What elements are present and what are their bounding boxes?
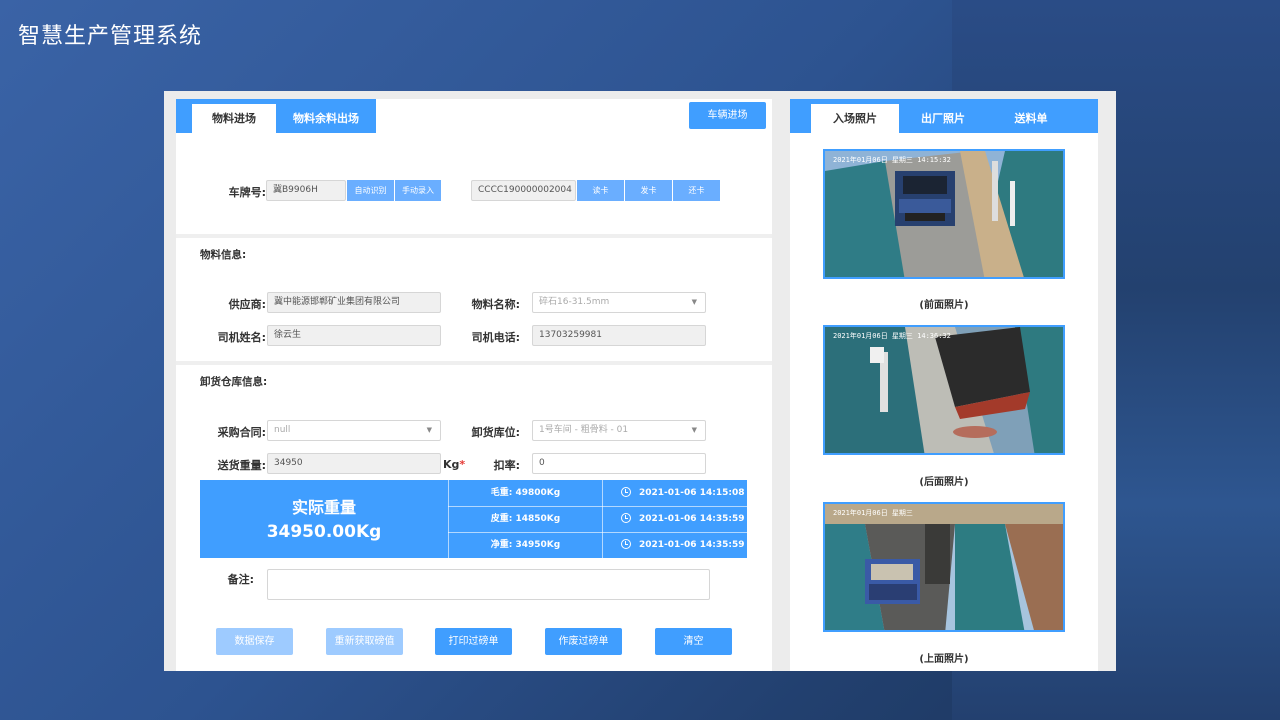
top-photo[interactable]: 2021年01月06日 星期三 [823,502,1065,632]
tab-exit-photos[interactable]: 出厂照片 [899,104,987,133]
material-name-select[interactable]: 碎石16-31.5mm ▼ [532,292,706,313]
weighing-form: 物料进场 物料余料出场 车辆进场 车牌号: 冀B9906H 自动识别 手动录入 … [176,99,772,671]
app-title: 智慧生产管理系统 [18,24,203,49]
net-weight: 净重: 34950Kg [448,532,602,558]
photo-timestamp: 2021年01月06日 星期三 [833,509,913,517]
photo-tabbar: 入场照片 出厂照片 送料单 [790,99,1098,133]
chevron-down-icon: ▼ [691,298,697,306]
refetch-weight-button[interactable]: 重新获取磅值 [326,628,403,655]
clear-button[interactable]: 清空 [655,628,732,655]
plate-input[interactable]: 冀B9906H [266,180,346,201]
material-info-heading: 物料信息: [200,249,247,261]
net-weight-time: 2021-01-06 14:35:59 [602,532,747,558]
clock-icon [621,487,631,497]
front-photo-caption: (前面照片) [919,300,969,311]
rear-photo-caption: (后面照片) [919,477,969,488]
location-label: 卸货库位: [471,426,520,439]
auto-recognize-button[interactable]: 自动识别 [346,180,394,201]
weight-unit: Kg* [443,458,466,471]
main-panel: 物料进场 物料余料出场 车辆进场 车牌号: 冀B9906H 自动识别 手动录入 … [164,91,1116,671]
divider [176,234,772,238]
location-select[interactable]: 1号车间 - 粗骨料 - 01 ▼ [532,420,706,441]
tab-material-entry[interactable]: 物料进场 [192,104,276,133]
clock-icon [621,513,631,523]
location-value: 1号车间 - 粗骨料 - 01 [539,425,629,435]
warehouse-info-heading: 卸货仓库信息: [200,376,268,388]
delivery-weight-input[interactable]: 34950 [267,453,441,474]
card-number-input[interactable]: CCCC190000002004 [471,180,576,201]
top-photo-caption: (上面照片) [919,654,969,665]
chevron-down-icon: ▼ [691,426,697,434]
deduction-label: 扣率: [493,459,520,472]
manual-entry-button[interactable]: 手动录入 [394,180,441,201]
weight-label: 送货重量: [217,459,266,472]
gross-weight: 毛重: 49800Kg [448,480,602,506]
clock-icon [621,539,631,549]
remark-input[interactable] [267,569,710,600]
tare-weight: 皮重: 14850Kg [448,506,602,532]
tare-weight-time: 2021-01-06 14:35:59 [602,506,747,532]
chevron-down-icon: ▼ [426,426,432,434]
supplier-input[interactable]: 冀中能源邯郸矿业集团有限公司 [267,292,441,313]
material-name-label: 物料名称: [471,298,520,311]
void-ticket-button[interactable]: 作废过磅单 [545,628,622,655]
print-ticket-button[interactable]: 打印过磅单 [435,628,512,655]
tab-material-exit[interactable]: 物料余料出场 [276,104,376,133]
top-photo-image [825,504,1063,630]
photo-panel: 入场照片 出厂照片 送料单 2021年01月06日 星期三 14:15:32 (… [790,99,1098,671]
rear-photo-image [825,327,1063,453]
plate-label: 车牌号: [228,186,266,199]
driver-name-input[interactable]: 徐云生 [267,325,441,346]
front-photo[interactable]: 2021年01月06日 星期三 14:15:32 [823,149,1065,279]
front-photo-image [825,151,1063,277]
contract-value: null [274,425,291,435]
gross-weight-time: 2021-01-06 14:15:08 [602,480,747,506]
rear-photo[interactable]: 2021年01月06日 星期三 14:36:32 [823,325,1065,455]
actual-weight-value: 34950.00Kg [266,522,382,542]
material-name-value: 碎石16-31.5mm [539,297,610,307]
contract-select[interactable]: null ▼ [267,420,441,441]
photo-timestamp: 2021年01月06日 星期三 14:15:32 [833,156,951,164]
deduction-input[interactable]: 0 [532,453,706,474]
vehicle-entry-button[interactable]: 车辆进场 [689,102,766,129]
remark-label: 备注: [227,573,254,586]
driver-phone-label: 司机电话: [471,331,520,344]
photo-timestamp: 2021年01月06日 星期三 14:36:32 [833,332,951,340]
actual-weight-title: 实际重量 [291,498,356,517]
tab-entry-photos[interactable]: 入场照片 [811,104,899,133]
supplier-label: 供应商: [228,298,266,311]
required-mark: * [459,458,466,471]
return-card-button[interactable]: 还卡 [672,180,720,201]
read-card-button[interactable]: 读卡 [576,180,624,201]
driver-phone-input[interactable]: 13703259981 [532,325,706,346]
weight-summary: 实际重量 34950.00Kg 毛重: 49800Kg 2021-01-06 1… [200,480,747,558]
contract-label: 采购合同: [217,426,266,439]
driver-name-label: 司机姓名: [217,331,266,344]
issue-card-button[interactable]: 发卡 [624,180,672,201]
save-data-button[interactable]: 数据保存 [216,628,293,655]
divider [176,361,772,365]
tab-delivery-note[interactable]: 送料单 [987,104,1075,133]
form-tabbar: 物料进场 物料余料出场 [176,99,376,133]
